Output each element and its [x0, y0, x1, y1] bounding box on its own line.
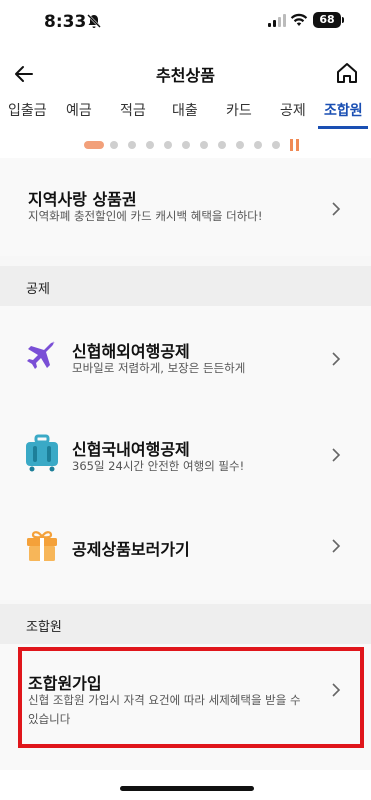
page-title: 추천상품 — [156, 66, 215, 85]
airplane-icon — [27, 341, 55, 369]
chevron-right-icon — [332, 352, 341, 366]
section-header-insurance: 공제 — [0, 266, 371, 306]
tab-deposit[interactable]: 예금 — [66, 100, 92, 120]
carousel-pause-icon[interactable] — [290, 139, 301, 151]
section-label: 조합원 — [26, 620, 62, 635]
tab-insurance[interactable]: 공제 — [280, 100, 306, 120]
gift-icon — [27, 531, 57, 561]
carousel-dot[interactable] — [200, 141, 208, 149]
category-tabs: 입출금 예금 적금 대출 카드 공제 조합원 — [0, 96, 371, 126]
wifi-icon — [290, 13, 308, 26]
list-item-view-insurance[interactable]: 공제상품보러가기 — [0, 514, 371, 600]
carousel-dot[interactable] — [128, 141, 136, 149]
carousel-indicator — [0, 138, 371, 152]
battery-indicator: 68 — [313, 12, 344, 28]
tab-loan[interactable]: 대출 — [172, 100, 198, 120]
status-time: 8:33 — [44, 12, 87, 32]
carousel-dot[interactable] — [164, 141, 172, 149]
tab-savings[interactable]: 적금 — [120, 100, 146, 120]
promo-subtitle: 지역화폐 충전할인에 카드 캐시백 혜택을 더하다! — [28, 209, 263, 223]
tab-card[interactable]: 카드 — [226, 100, 252, 120]
tab-member[interactable]: 조합원 — [324, 100, 363, 120]
home-icon[interactable] — [334, 60, 360, 86]
battery-level: 68 — [319, 13, 335, 26]
app-header: 추천상품 — [0, 56, 371, 92]
suitcase-icon — [26, 434, 58, 472]
carousel-dot[interactable] — [272, 141, 280, 149]
highlight-box — [18, 647, 364, 748]
chevron-right-icon — [332, 202, 341, 216]
carousel-dot[interactable] — [218, 141, 226, 149]
section-label: 공제 — [26, 282, 50, 297]
status-bar: 8:33 68 — [0, 0, 371, 44]
list-item-domestic-travel[interactable]: 신협국내여행공제 365일 24시간 안전한 여행의 필수! — [0, 410, 371, 514]
carousel-dot[interactable] — [110, 141, 118, 149]
item-title: 공제상품보러가기 — [72, 540, 190, 559]
promo-card[interactable]: 지역사랑 상품권 지역화폐 충전할인에 카드 캐시백 혜택을 더하다! — [0, 158, 371, 256]
signal-icon — [268, 14, 286, 27]
carousel-dot[interactable] — [146, 141, 154, 149]
list-item-overseas-travel[interactable]: 신협해외여행공제 모바일로 저렴하게, 보장은 든든하게 — [0, 306, 371, 410]
home-indicator — [120, 786, 254, 791]
carousel-dot-active[interactable] — [84, 141, 104, 149]
section-header-member: 조합원 — [0, 604, 371, 644]
carousel-dot[interactable] — [236, 141, 244, 149]
tab-deposit-withdrawal[interactable]: 입출금 — [8, 100, 47, 120]
item-subtitle: 365일 24시간 안전한 여행의 필수! — [72, 459, 245, 473]
item-subtitle: 모바일로 저렴하게, 보장은 든든하게 — [72, 361, 246, 375]
bell-muted-icon — [87, 14, 101, 28]
chevron-right-icon — [332, 448, 341, 462]
carousel-dot[interactable] — [182, 141, 190, 149]
active-tab-indicator — [318, 126, 368, 129]
carousel-dot[interactable] — [254, 141, 262, 149]
chevron-right-icon — [332, 539, 341, 553]
